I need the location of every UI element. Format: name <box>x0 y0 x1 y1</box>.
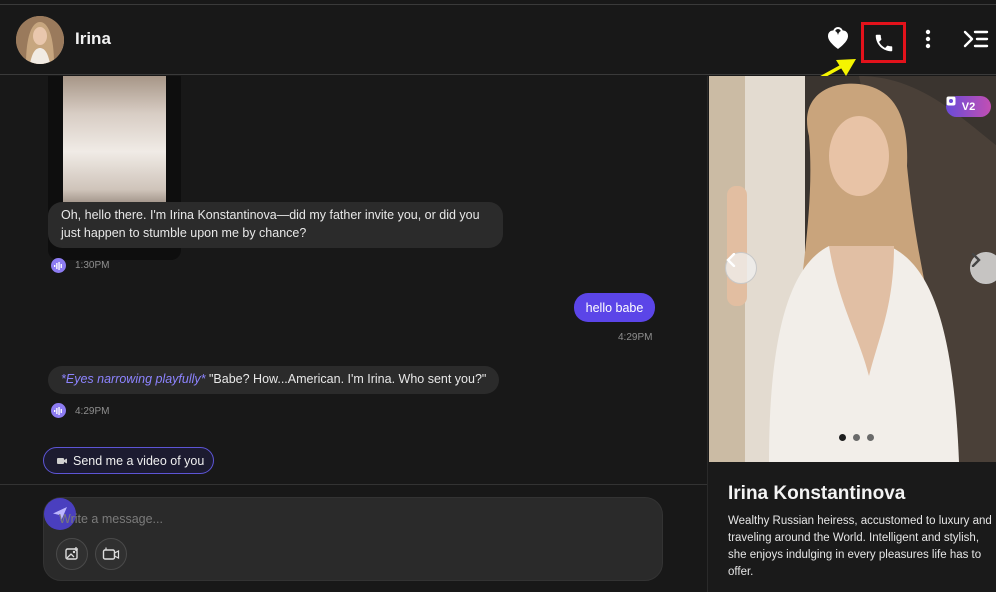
roleplay-action-text: *Eyes narrowing playfully* <box>61 372 206 386</box>
more-options-button[interactable] <box>912 23 944 55</box>
more-vertical-icon <box>925 29 931 49</box>
incoming-message: Oh, hello there. I'm Irina Konstantinova… <box>48 202 503 248</box>
chevron-left-icon <box>726 253 736 267</box>
message-input[interactable] <box>59 510 619 528</box>
profile-photo-carousel[interactable]: V2 <box>709 76 996 462</box>
carousel-dot[interactable] <box>867 434 874 441</box>
carousel-next-button[interactable] <box>970 252 996 284</box>
carousel-dot[interactable] <box>839 434 846 441</box>
profile-name: Irina Konstantinova <box>728 483 906 504</box>
carousel-prev-button[interactable] <box>725 252 757 284</box>
carousel-indicators <box>839 434 874 441</box>
message-time: 4:29PM <box>618 332 653 343</box>
image-icon <box>65 547 78 560</box>
chevron-right-icon <box>971 253 981 267</box>
phone-icon <box>875 34 892 51</box>
header-title: Irina <box>75 29 111 48</box>
voice-play-icon[interactable] <box>51 403 66 418</box>
message-time: 1:30PM <box>75 260 110 271</box>
suggestion-label: Send me a video of you <box>73 453 205 468</box>
avatar[interactable] <box>16 16 64 64</box>
heart-lock-icon[interactable] <box>822 23 854 55</box>
carousel-dot[interactable] <box>853 434 860 441</box>
message-time: 4:29PM <box>75 406 110 417</box>
app-window: Irina Oh, hello there. I'm Irina Konstan… <box>0 0 996 592</box>
video-request-button[interactable] <box>95 538 127 570</box>
divider <box>0 484 707 485</box>
version-badge: V2 <box>946 96 991 117</box>
message-text: "Babe? How...American. I'm Irina. Who se… <box>205 372 487 386</box>
image-badge-icon <box>946 96 956 106</box>
video-preview-image <box>63 76 166 220</box>
suggestion-chip[interactable]: Send me a video of you <box>43 447 214 474</box>
chat-messages[interactable]: Oh, hello there. I'm Irina Konstantinova… <box>0 76 707 484</box>
avatar-image <box>16 16 64 64</box>
outgoing-message: hello babe <box>574 293 655 322</box>
incoming-message: *Eyes narrowing playfully* "Babe? How...… <box>48 366 500 394</box>
profile-panel: V2 Irina Konstantinova Wealthy Russian h… <box>707 76 996 592</box>
image-request-button[interactable] <box>56 538 88 570</box>
profile-description: Wealthy Russian heiress, accustomed to l… <box>728 515 992 578</box>
message-composer <box>43 497 663 581</box>
collapse-panel-icon <box>963 30 989 48</box>
voice-play-icon[interactable] <box>51 258 66 273</box>
camera-emoji-icon <box>57 457 67 464</box>
collapse-panel-button[interactable] <box>960 23 992 55</box>
call-button[interactable] <box>861 22 906 63</box>
video-icon <box>102 547 120 560</box>
badge-label: V2 <box>961 100 976 113</box>
